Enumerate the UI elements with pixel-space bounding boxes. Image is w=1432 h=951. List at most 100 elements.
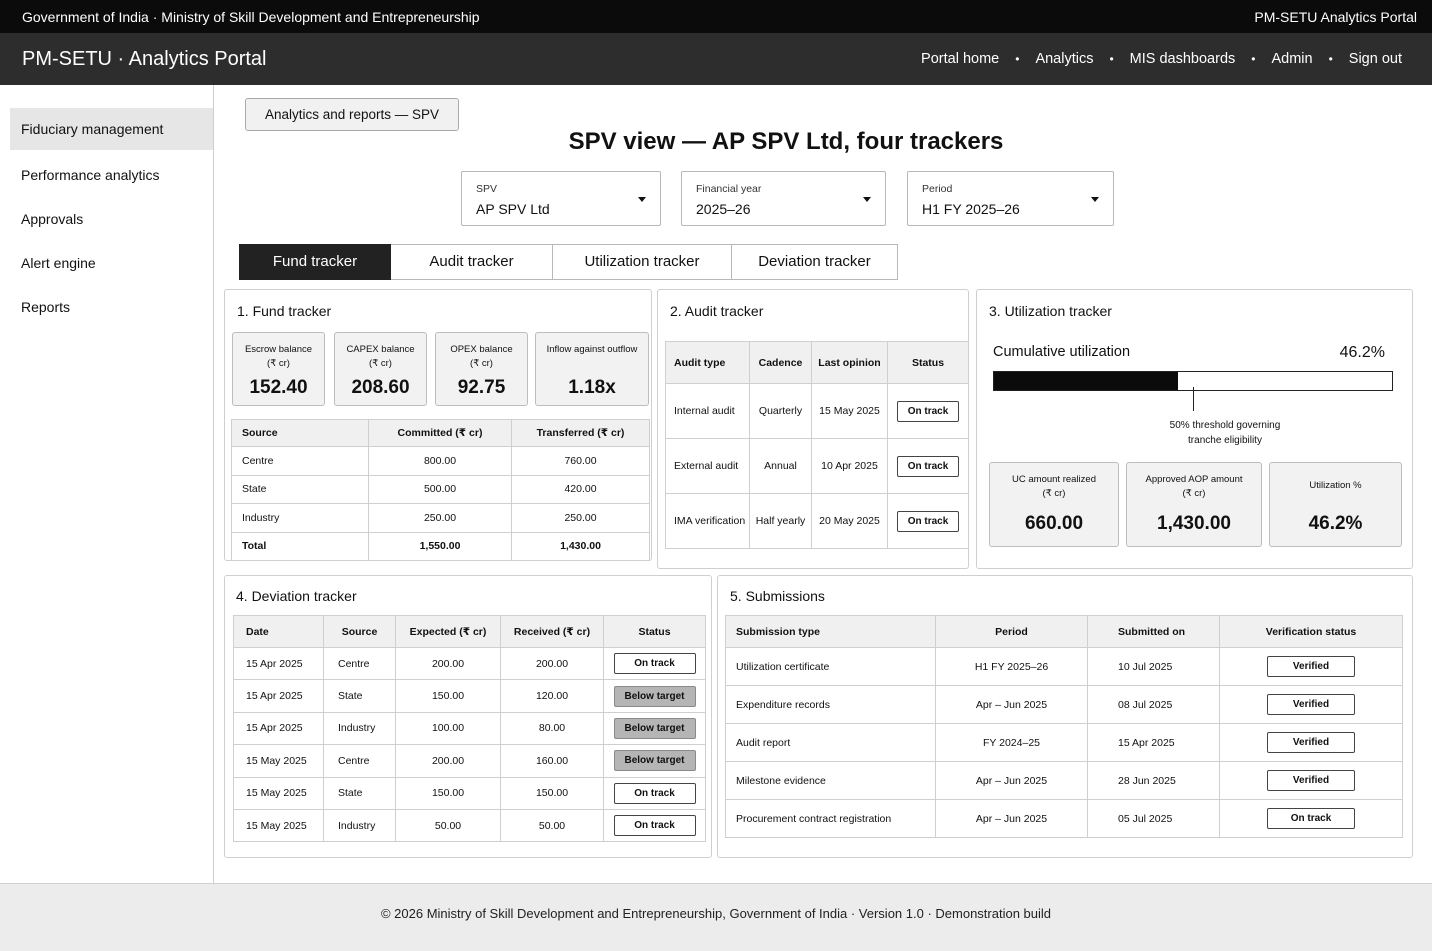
tab-deviation-tracker[interactable]: Deviation tracker: [732, 244, 898, 280]
financial-year-value: 2025–26: [696, 201, 751, 217]
sidebar-item-fiduciary-management[interactable]: Fiduciary management: [10, 108, 213, 150]
table-header-row: Source Committed (₹ cr) Transferred (₹ c…: [231, 419, 650, 447]
received-cell: 120.00: [500, 679, 604, 713]
tab-fund-tracker[interactable]: Fund tracker: [239, 244, 391, 280]
nav-mis-dashboards[interactable]: MIS dashboards: [1130, 51, 1236, 67]
nav-portal-home[interactable]: Portal home: [921, 51, 999, 67]
status-badge[interactable]: On track: [613, 815, 696, 837]
breadcrumb[interactable]: Analytics and reports — SPV: [245, 98, 459, 131]
nav-separator: •: [1328, 52, 1333, 66]
column-header: Submitted on: [1087, 615, 1220, 648]
utilization-tracker-title: 3. Utilization tracker: [989, 303, 1112, 319]
submission-type-cell: Procurement contract registration: [725, 799, 936, 838]
received-cell: 80.00: [500, 711, 604, 746]
kpi-value: 660.00: [1024, 513, 1084, 534]
cadence-cell: Half yearly: [749, 493, 812, 549]
status-badge[interactable]: Verified: [1267, 694, 1355, 715]
capex-balance-kpi: CAPEX balance (₹ cr) 208.60: [334, 332, 427, 406]
submitted-on-cell: 28 Jun 2025: [1087, 761, 1220, 800]
status-badge[interactable]: Below target: [613, 685, 696, 707]
sidebar-item-approvals[interactable]: Approvals: [10, 198, 213, 240]
table-total-row: Total 1,550.00 1,430.00: [231, 531, 650, 561]
kpi-unit: (₹ cr): [267, 358, 290, 369]
kpi-label: OPEX balance: [450, 344, 513, 355]
status-badge[interactable]: On track: [613, 653, 696, 675]
audit-tracker-panel: 2. Audit tracker Audit type Cadence Last…: [657, 289, 969, 569]
tab-utilization-tracker[interactable]: Utilization tracker: [553, 244, 732, 280]
status-badge[interactable]: Verified: [1267, 770, 1355, 791]
chevron-down-icon: [863, 197, 871, 202]
column-header: Committed (₹ cr): [368, 419, 512, 447]
sidebar-item-performance-analytics[interactable]: Performance analytics: [10, 154, 213, 196]
committed-cell: 500.00: [368, 474, 512, 504]
financial-year-label: Financial year: [696, 183, 762, 195]
kpi-value: 46.2%: [1308, 513, 1363, 534]
source-cell: Industry: [231, 503, 369, 533]
sidebar: Fiduciary management Performance analyti…: [0, 85, 214, 883]
nav-admin[interactable]: Admin: [1271, 51, 1312, 67]
fund-tracker-title: 1. Fund tracker: [237, 303, 332, 319]
kpi-value: 152.40: [249, 377, 308, 398]
source-cell: Industry: [323, 808, 396, 843]
brand-title[interactable]: PM-SETU · Analytics Portal: [22, 48, 267, 71]
submissions-panel: 5. Submissions Submission type Period Su…: [717, 575, 1413, 858]
spv-select[interactable]: SPV AP SPV Ltd: [461, 171, 661, 226]
deviation-tracker-title: 4. Deviation tracker: [236, 588, 357, 604]
date-cell: 15 Apr 2025: [233, 646, 324, 681]
status-badge[interactable]: Verified: [1267, 656, 1355, 677]
table-header-row: Submission type Period Submitted on Veri…: [725, 615, 1403, 648]
column-header: Source: [323, 615, 396, 648]
source-cell: State: [231, 474, 369, 504]
status-badge[interactable]: On track: [613, 782, 696, 804]
table-header-row: Audit type Cadence Last opinion Status: [665, 341, 969, 384]
kpi-label: CAPEX balance: [346, 344, 415, 355]
status-badge[interactable]: On track: [1267, 808, 1355, 829]
sidebar-item-reports[interactable]: Reports: [10, 286, 213, 328]
source-cell: Total: [231, 531, 369, 561]
tab-audit-tracker[interactable]: Audit tracker: [391, 244, 553, 280]
kpi-label: Utilization %: [1309, 480, 1362, 491]
financial-year-select[interactable]: Financial year 2025–26: [681, 171, 886, 226]
kpi-label: UC amount realized: [1012, 474, 1096, 485]
column-header: Source: [231, 419, 369, 447]
source-cell: State: [323, 679, 396, 713]
fund-tracker-panel: 1. Fund tracker Escrow balance (₹ cr) 152…: [224, 289, 652, 561]
deviation-table: Date Source Expected (₹ cr) Received (₹ …: [233, 615, 706, 843]
top-bar: Government of India · Ministry of Skill …: [0, 0, 1432, 33]
status-cell: On track: [887, 493, 969, 549]
audit-table: Audit type Cadence Last opinion Status I…: [665, 341, 969, 549]
source-cell: Centre: [323, 744, 396, 778]
committed-cell: 800.00: [368, 446, 512, 476]
status-badge[interactable]: On track: [897, 400, 959, 422]
cumulative-utilization-value: 46.2%: [1339, 344, 1385, 361]
submission-type-cell: Milestone evidence: [725, 761, 936, 800]
last-opinion-cell: 15 May 2025: [811, 383, 888, 439]
kpi-value: 208.60: [351, 377, 410, 398]
status-cell: Below target: [603, 679, 706, 713]
nav-analytics[interactable]: Analytics: [1035, 51, 1093, 67]
status-badge[interactable]: On track: [897, 510, 959, 532]
kpi-value: 1,430.00: [1157, 513, 1231, 534]
table-row: 15 May 2025 State 150.00 150.00 On track: [233, 776, 706, 810]
period-select[interactable]: Period H1 FY 2025–26: [907, 171, 1114, 226]
table-row: Milestone evidence Apr – Jun 2025 28 Jun 2…: [725, 761, 1403, 800]
period-cell: Apr – Jun 2025: [935, 761, 1088, 800]
audit-type-cell: IMA verification: [665, 493, 750, 549]
table-row: 15 Apr 2025 Centre 200.00 200.00 On track: [233, 646, 706, 681]
status-badge[interactable]: Verified: [1267, 732, 1355, 753]
column-header: Received (₹ cr): [500, 615, 604, 648]
opex-balance-kpi: OPEX balance (₹ cr) 92.75: [435, 332, 528, 406]
last-opinion-cell: 20 May 2025: [811, 493, 888, 549]
nav-sign-out[interactable]: Sign out: [1349, 51, 1402, 67]
column-header: Period: [935, 615, 1088, 648]
sidebar-item-alert-engine[interactable]: Alert engine: [10, 242, 213, 284]
kpi-unit: (₹ cr): [1042, 488, 1066, 499]
nav-links: Portal home • Analytics • MIS dashboards…: [921, 51, 1402, 67]
cadence-cell: Annual: [749, 438, 812, 494]
status-badge[interactable]: On track: [897, 455, 959, 477]
threshold-note: 50% threshold governing tranche eligibil…: [1145, 418, 1305, 448]
status-badge[interactable]: Below target: [613, 750, 696, 772]
date-cell: 15 May 2025: [233, 776, 324, 810]
status-cell: On track: [887, 438, 969, 494]
status-badge[interactable]: Below target: [613, 717, 696, 739]
